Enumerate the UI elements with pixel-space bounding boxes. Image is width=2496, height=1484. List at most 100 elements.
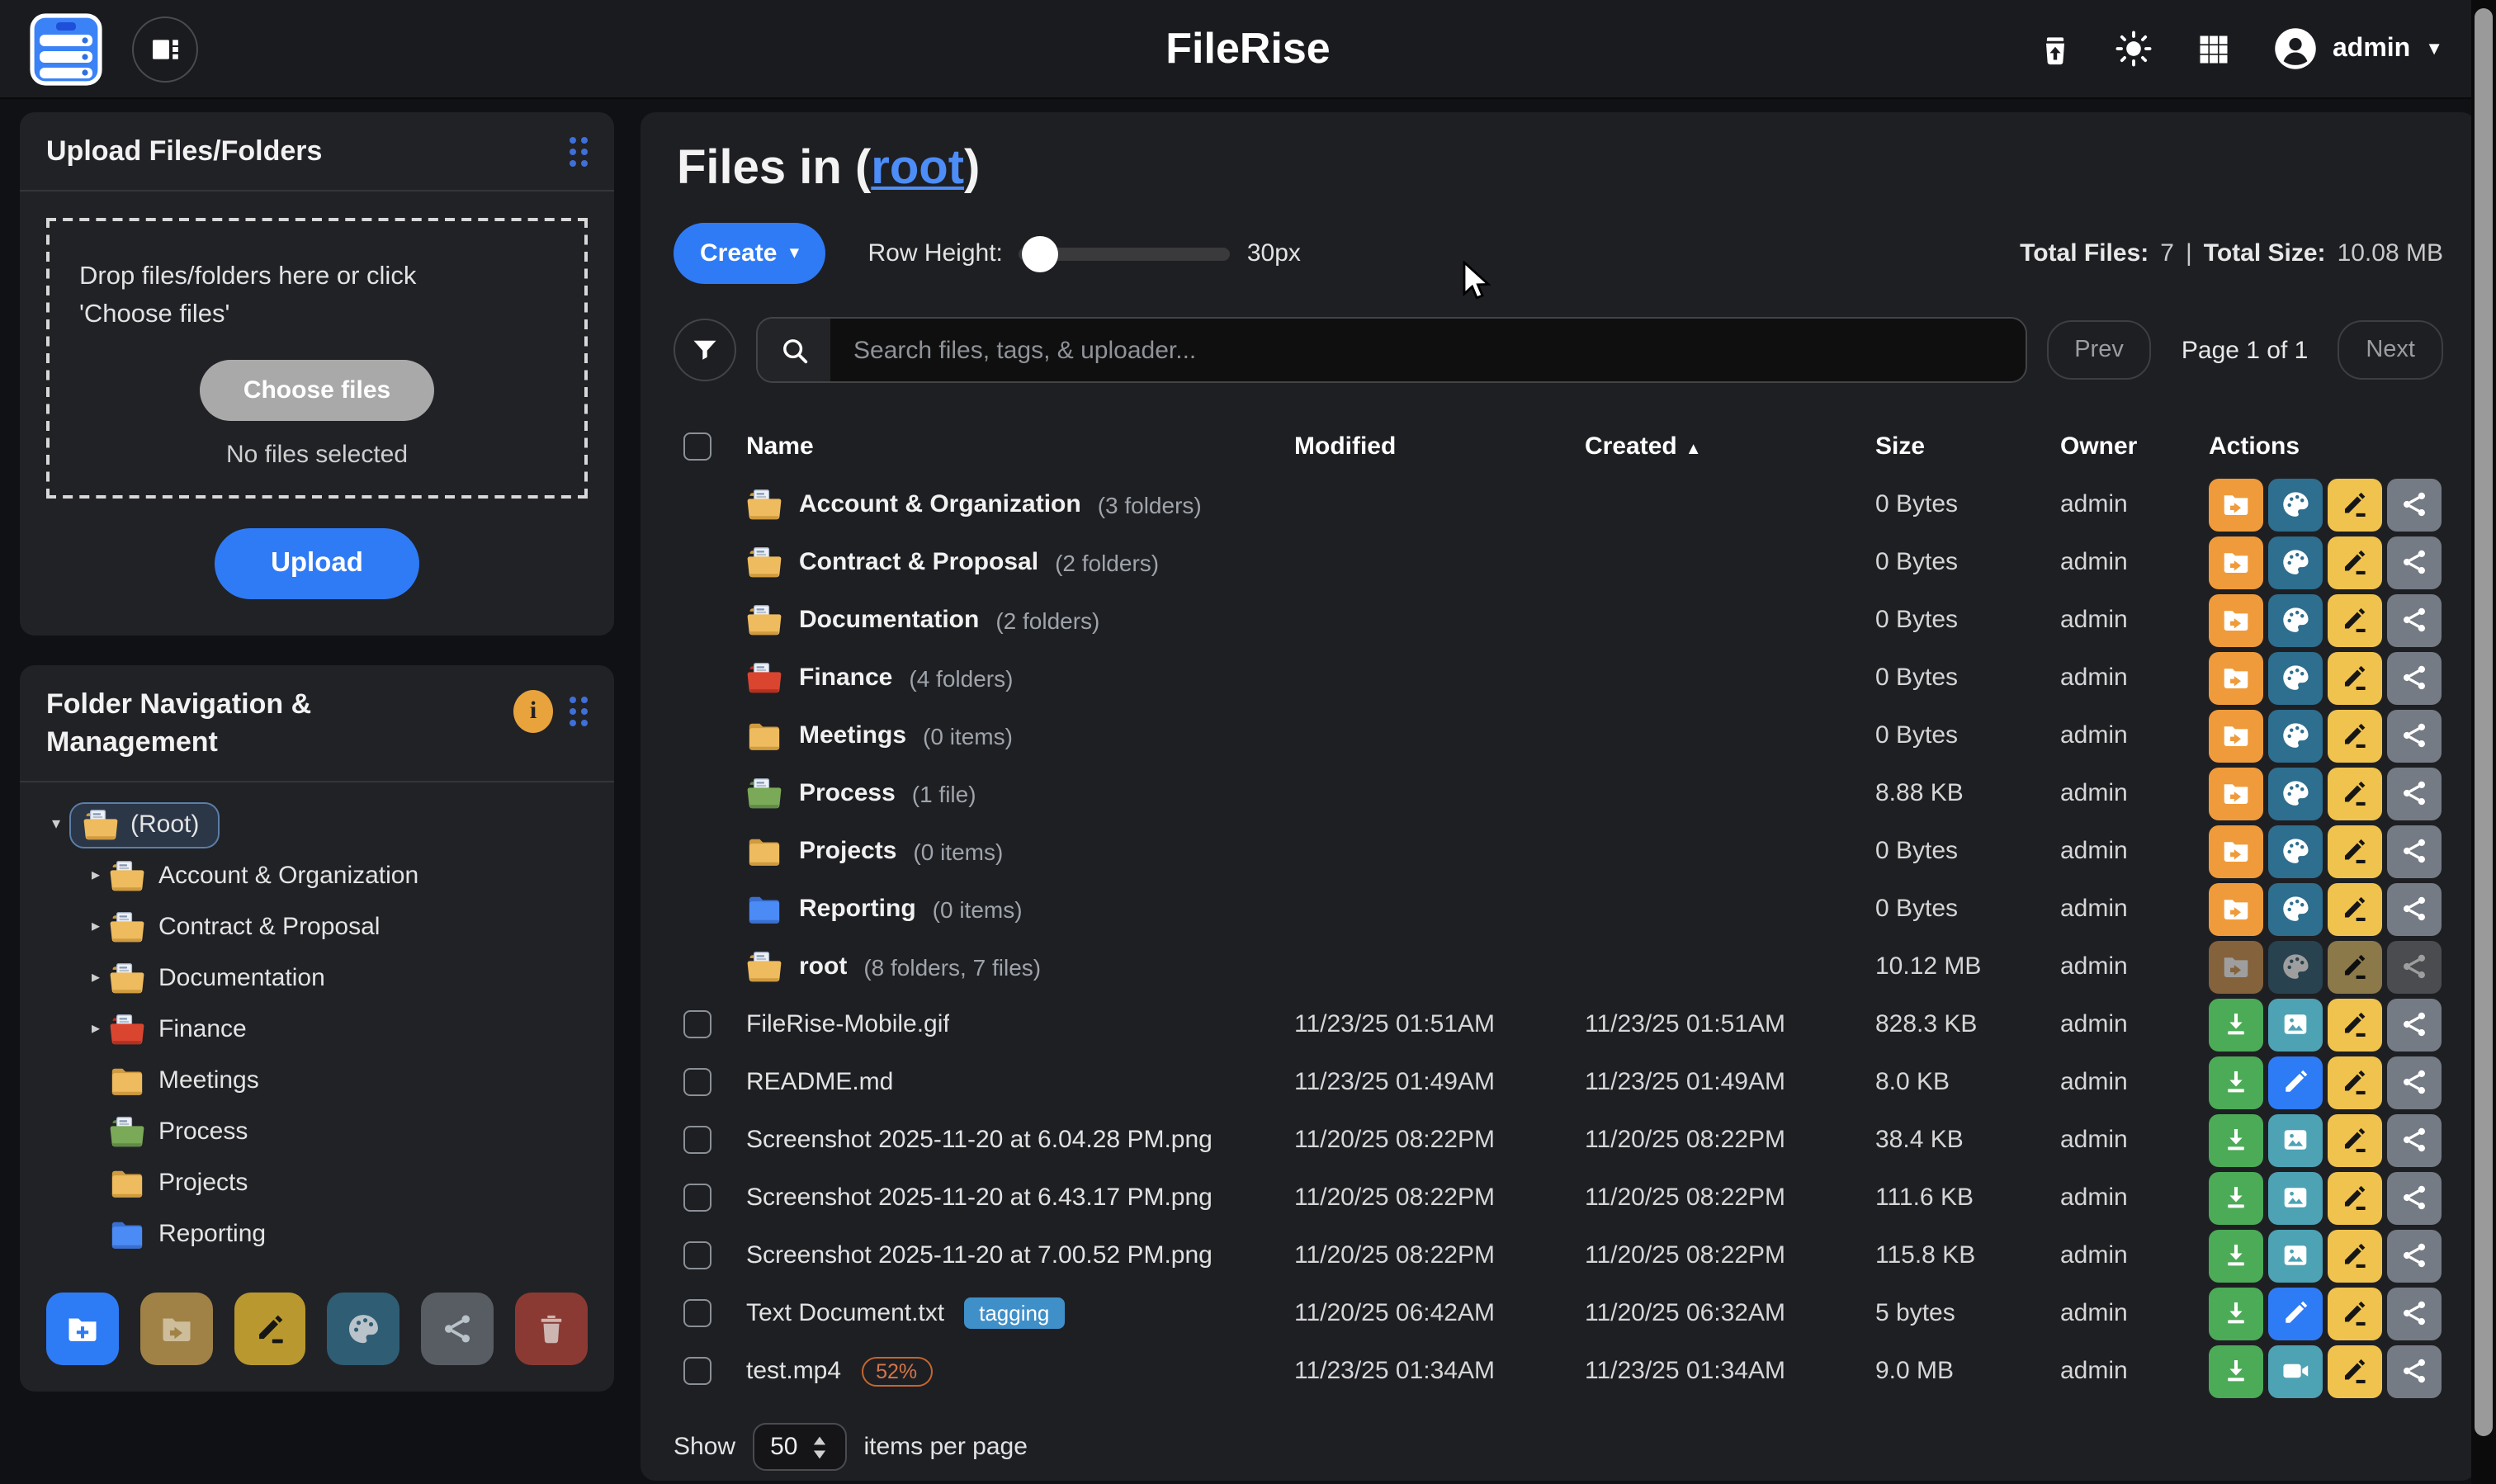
rename-button[interactable] xyxy=(2328,1171,2382,1224)
folder-name[interactable]: Process xyxy=(799,779,896,807)
folder-row[interactable]: Process(1 file)8.88 KBadmin xyxy=(674,764,2443,822)
row-checkbox[interactable] xyxy=(683,1299,711,1327)
share-button[interactable] xyxy=(2387,1287,2442,1340)
folder-name[interactable]: Documentation xyxy=(799,606,979,634)
row-checkbox[interactable] xyxy=(683,1357,711,1385)
rename-button[interactable] xyxy=(2328,767,2382,820)
file-name[interactable]: README.md xyxy=(746,1068,893,1096)
move-folder-button[interactable] xyxy=(2209,593,2263,646)
edit-file-button[interactable] xyxy=(2268,1056,2323,1108)
file-name[interactable]: Screenshot 2025-11-20 at 6.04.28 PM.png xyxy=(746,1126,1213,1154)
share-button[interactable] xyxy=(2387,709,2442,762)
color-folder-button[interactable] xyxy=(2268,709,2323,762)
share-button[interactable] xyxy=(2387,882,2442,935)
file-row[interactable]: Screenshot 2025-11-20 at 7.00.52 PM.png1… xyxy=(674,1226,2443,1284)
create-folder-button[interactable] xyxy=(46,1293,119,1366)
move-folder-button[interactable] xyxy=(2209,536,2263,588)
preview-image-button[interactable] xyxy=(2268,1229,2323,1282)
color-folder-button[interactable] xyxy=(2268,882,2323,935)
header-size[interactable]: Size xyxy=(1875,432,2060,460)
search-input[interactable] xyxy=(830,319,2025,381)
file-row[interactable]: Text Document.txttagging11/20/25 06:42AM… xyxy=(674,1284,2443,1342)
share-button[interactable] xyxy=(2387,767,2442,820)
rename-button[interactable] xyxy=(2328,1345,2382,1397)
rename-button[interactable] xyxy=(2328,1113,2382,1166)
header-created[interactable]: Created▲ xyxy=(1585,432,1875,460)
upload-button[interactable]: Upload xyxy=(215,529,419,600)
info-icon[interactable]: i xyxy=(513,691,553,734)
row-checkbox[interactable] xyxy=(683,1241,711,1269)
move-folder-button[interactable] xyxy=(2209,709,2263,762)
rename-button[interactable] xyxy=(2328,1229,2382,1282)
header-modified[interactable]: Modified xyxy=(1294,432,1585,460)
color-folder-button[interactable] xyxy=(2268,593,2323,646)
rename-button[interactable] xyxy=(2328,882,2382,935)
folder-row[interactable]: Reporting(0 items)0 Bytesadmin xyxy=(674,880,2443,938)
folder-row[interactable]: Projects(0 items)0 Bytesadmin xyxy=(674,822,2443,880)
folder-row[interactable]: Documentation(2 folders)0 Bytesadmin xyxy=(674,591,2443,649)
preview-image-button[interactable] xyxy=(2268,998,2323,1051)
items-per-page-select[interactable]: 50 xyxy=(752,1423,847,1471)
folder-name[interactable]: Projects xyxy=(799,837,896,865)
preview-image-button[interactable] xyxy=(2268,1113,2323,1166)
row-height-slider[interactable] xyxy=(1019,247,1231,260)
folder-row[interactable]: Account & Organization(3 folders)0 Bytes… xyxy=(674,475,2443,533)
share-button[interactable] xyxy=(2387,536,2442,588)
share-button[interactable] xyxy=(2387,651,2442,704)
download-button[interactable] xyxy=(2209,1056,2263,1108)
share-folder-button[interactable] xyxy=(422,1293,494,1366)
tree-item-documentation[interactable]: ▸ Documentation xyxy=(40,953,598,1004)
rename-button[interactable] xyxy=(2328,478,2382,531)
header-name[interactable]: Name xyxy=(746,432,1294,460)
drag-handle-icon[interactable] xyxy=(570,137,588,167)
folder-name[interactable]: Contract & Proposal xyxy=(799,548,1038,576)
prev-page-button[interactable]: Prev xyxy=(2046,320,2152,380)
file-name[interactable]: FileRise-Mobile.gif xyxy=(746,1010,950,1038)
file-dropzone[interactable]: Drop files/folders here or click'Choose … xyxy=(46,218,588,499)
move-folder-button[interactable] xyxy=(140,1293,213,1366)
folder-name[interactable]: Meetings xyxy=(799,721,906,749)
folder-row[interactable]: Meetings(0 items)0 Bytesadmin xyxy=(674,707,2443,764)
move-folder-button[interactable] xyxy=(2209,767,2263,820)
share-button[interactable] xyxy=(2387,1229,2442,1282)
color-folder-button[interactable] xyxy=(2268,478,2323,531)
drag-handle-icon[interactable] xyxy=(570,697,588,727)
tree-item-finance[interactable]: ▸ Finance xyxy=(40,1004,598,1056)
share-button[interactable] xyxy=(2387,1113,2442,1166)
share-button[interactable] xyxy=(2387,825,2442,877)
chevron-right-icon[interactable]: ▸ xyxy=(83,867,109,886)
file-row[interactable]: test.mp452%11/23/25 01:34AM11/23/25 01:3… xyxy=(674,1342,2443,1400)
edit-file-button[interactable] xyxy=(2268,1287,2323,1340)
choose-files-button[interactable]: Choose files xyxy=(201,361,433,422)
file-name[interactable]: Text Document.txt xyxy=(746,1299,944,1327)
chevron-right-icon[interactable]: ▸ xyxy=(83,1021,109,1039)
share-button[interactable] xyxy=(2387,1171,2442,1224)
share-button[interactable] xyxy=(2387,593,2442,646)
header-owner[interactable]: Owner xyxy=(2060,432,2209,460)
file-row[interactable]: README.md11/23/25 01:49AM11/23/25 01:49A… xyxy=(674,1053,2443,1111)
preview-image-button[interactable] xyxy=(2268,1171,2323,1224)
rename-button[interactable] xyxy=(2328,998,2382,1051)
selected-folder-pill[interactable]: (Root) xyxy=(69,802,219,848)
file-name[interactable]: test.mp4 xyxy=(746,1357,841,1385)
move-folder-button[interactable] xyxy=(2209,825,2263,877)
download-button[interactable] xyxy=(2209,1345,2263,1397)
tree-item-process[interactable]: Process xyxy=(40,1107,598,1158)
download-button[interactable] xyxy=(2209,1229,2263,1282)
color-folder-button[interactable] xyxy=(2268,536,2323,588)
folder-row[interactable]: root(8 folders, 7 files)10.12 MBadmin xyxy=(674,938,2443,995)
chevron-right-icon[interactable]: ▸ xyxy=(83,919,109,937)
create-button[interactable]: Create▾ xyxy=(674,223,825,284)
scrollbar-thumb[interactable] xyxy=(2475,8,2493,1436)
theme-toggle-sun-icon[interactable] xyxy=(2115,29,2154,69)
color-folder-button[interactable] xyxy=(2268,651,2323,704)
root-breadcrumb-link[interactable]: root xyxy=(871,142,964,195)
download-button[interactable] xyxy=(2209,1287,2263,1340)
file-row[interactable]: FileRise-Mobile.gif11/23/25 01:51AM11/23… xyxy=(674,995,2443,1053)
share-button[interactable] xyxy=(2387,478,2442,531)
share-button[interactable] xyxy=(2387,1056,2442,1108)
rename-button[interactable] xyxy=(2328,825,2382,877)
select-all-checkbox[interactable] xyxy=(683,432,711,460)
row-checkbox[interactable] xyxy=(683,1184,711,1212)
share-button[interactable] xyxy=(2387,1345,2442,1397)
